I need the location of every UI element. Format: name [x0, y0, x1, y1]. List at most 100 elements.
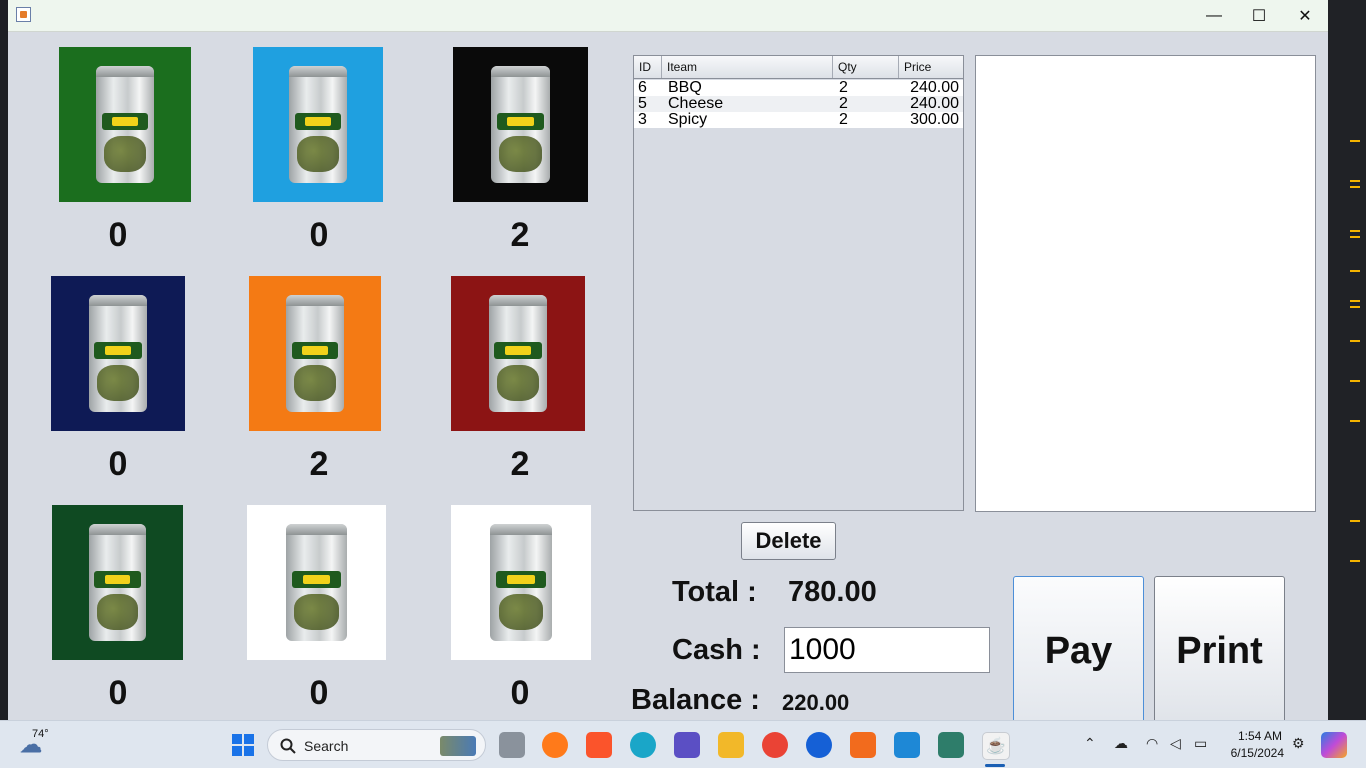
marker	[1350, 306, 1360, 308]
product-image-navy-chips[interactable]	[51, 276, 185, 431]
product-count: 2	[309, 445, 329, 483]
cell-id: 6	[638, 79, 647, 96]
file-explorer-icon[interactable]	[718, 732, 744, 758]
product-image-kamote-chips[interactable]	[247, 505, 386, 660]
chips-bag-icon	[285, 294, 345, 413]
copilot-icon[interactable]	[1321, 732, 1347, 758]
product-count: 0	[108, 674, 128, 712]
cell-item: Spicy	[668, 111, 708, 128]
java-app-icon	[16, 7, 31, 22]
cash-input[interactable]	[784, 627, 990, 673]
product-image-green-chips[interactable]	[59, 47, 191, 202]
maximize-button[interactable]: ☐	[1236, 0, 1282, 31]
cell-price: 240.00	[910, 79, 959, 96]
chips-bag-icon	[285, 523, 348, 642]
cell-price: 240.00	[910, 95, 959, 112]
product-image-spicy-chips[interactable]	[453, 47, 588, 202]
delete-button[interactable]: Delete	[741, 522, 836, 560]
receipt-area[interactable]	[975, 55, 1316, 512]
marker	[1350, 270, 1360, 272]
product-count: 2	[510, 445, 530, 483]
product-image-blue-chips[interactable]	[253, 47, 383, 202]
product-image-kalabasa-chips[interactable]	[451, 505, 591, 660]
wifi-icon[interactable]: ◠	[1146, 735, 1158, 752]
close-button[interactable]: ✕	[1282, 0, 1328, 31]
minimize-button[interactable]: —	[1191, 0, 1237, 31]
cell-price: 300.00	[910, 111, 959, 128]
pay-button[interactable]: Pay	[1013, 576, 1144, 720]
start-windows-icon[interactable]	[230, 732, 256, 758]
chrome-icon[interactable]	[762, 732, 788, 758]
notification-icon[interactable]: ⚙	[1292, 735, 1305, 752]
marker	[1350, 380, 1360, 382]
product-count: 0	[108, 445, 128, 483]
clock-time[interactable]: 1:54 AM	[1232, 729, 1282, 743]
cash-label: Cash :	[672, 634, 761, 666]
chips-bag-icon	[88, 294, 148, 413]
xampp-icon[interactable]	[850, 732, 876, 758]
product-image-bbq-chips[interactable]	[451, 276, 585, 431]
background-window-edge	[0, 0, 8, 722]
vscode-icon[interactable]	[894, 732, 920, 758]
edge-icon[interactable]	[630, 732, 656, 758]
background-app-strip	[1328, 0, 1366, 722]
product-image-cheese-chips[interactable]	[249, 276, 381, 431]
total-value: 780.00	[788, 576, 877, 608]
netbeans-icon[interactable]	[938, 732, 964, 758]
cell-qty: 2	[839, 95, 848, 112]
java-app-icon[interactable]: ☕	[982, 732, 1010, 760]
column-header-item[interactable]: Iteam	[662, 56, 833, 78]
task-view-icon[interactable]	[499, 732, 525, 758]
desktop: — ☐ ✕ 0 0 2 0 2 2 0 0 0 ID Iteam Qty Pri…	[0, 0, 1366, 768]
cell-item: BBQ	[668, 79, 702, 96]
firefox-icon[interactable]	[542, 732, 568, 758]
order-table[interactable]: ID Iteam Qty Price 6 BBQ 2 240.00 5 Chee…	[633, 55, 964, 511]
balance-value: 220.00	[782, 690, 850, 715]
firefox-dev-icon[interactable]	[806, 732, 832, 758]
table-row[interactable]: 6 BBQ 2 240.00	[634, 80, 963, 96]
marker	[1350, 236, 1360, 238]
taskbar-search[interactable]: Search	[267, 729, 486, 761]
brave-icon[interactable]	[586, 732, 612, 758]
table-header: ID Iteam Qty Price	[634, 56, 963, 79]
marker	[1350, 180, 1360, 182]
print-button[interactable]: Print	[1154, 576, 1285, 720]
product-count: 0	[108, 216, 128, 254]
product-count: 0	[309, 216, 329, 254]
balance-label: Balance :	[631, 684, 760, 716]
column-header-price[interactable]: Price	[899, 56, 963, 78]
visual-studio-icon[interactable]	[674, 732, 700, 758]
taskbar: ☁ 74° Search ☕ ⌃ ☁ ◠ ◁ ▭ 1:54 AM 6/15/20…	[0, 720, 1366, 768]
cell-qty: 2	[839, 79, 848, 96]
onedrive-cloud-icon[interactable]: ☁	[1114, 735, 1128, 752]
cell-item: Cheese	[668, 95, 724, 112]
volume-icon[interactable]: ◁	[1170, 735, 1181, 752]
product-count: 0	[510, 674, 530, 712]
marker	[1350, 186, 1360, 188]
chips-bag-icon	[289, 65, 347, 184]
chips-bag-icon	[88, 523, 147, 642]
column-header-qty[interactable]: Qty	[833, 56, 899, 78]
chips-bag-icon	[95, 65, 155, 184]
weather-temperature: 74°	[32, 728, 49, 740]
cell-qty: 2	[839, 111, 848, 128]
clock-date[interactable]: 6/15/2024	[1222, 746, 1284, 760]
product-image-sour-cream-chips[interactable]	[52, 505, 183, 660]
product-count: 0	[309, 674, 329, 712]
search-icon	[280, 738, 296, 754]
search-label: Search	[304, 738, 349, 754]
marker	[1350, 420, 1360, 422]
marker	[1350, 230, 1360, 232]
chevron-up-icon[interactable]: ⌃	[1084, 735, 1096, 752]
product-count: 2	[510, 216, 530, 254]
cell-id: 5	[638, 95, 647, 112]
marker	[1350, 560, 1360, 562]
pos-window: — ☐ ✕ 0 0 2 0 2 2 0 0 0 ID Iteam Qty Pri…	[8, 0, 1328, 720]
column-header-id[interactable]: ID	[634, 56, 662, 78]
battery-icon[interactable]: ▭	[1194, 735, 1207, 752]
table-row[interactable]: 3 Spicy 2 300.00	[634, 112, 963, 128]
active-app-indicator	[985, 764, 1005, 767]
table-row[interactable]: 5 Cheese 2 240.00	[634, 96, 963, 112]
marker	[1350, 300, 1360, 302]
title-bar[interactable]: — ☐ ✕	[8, 0, 1328, 32]
